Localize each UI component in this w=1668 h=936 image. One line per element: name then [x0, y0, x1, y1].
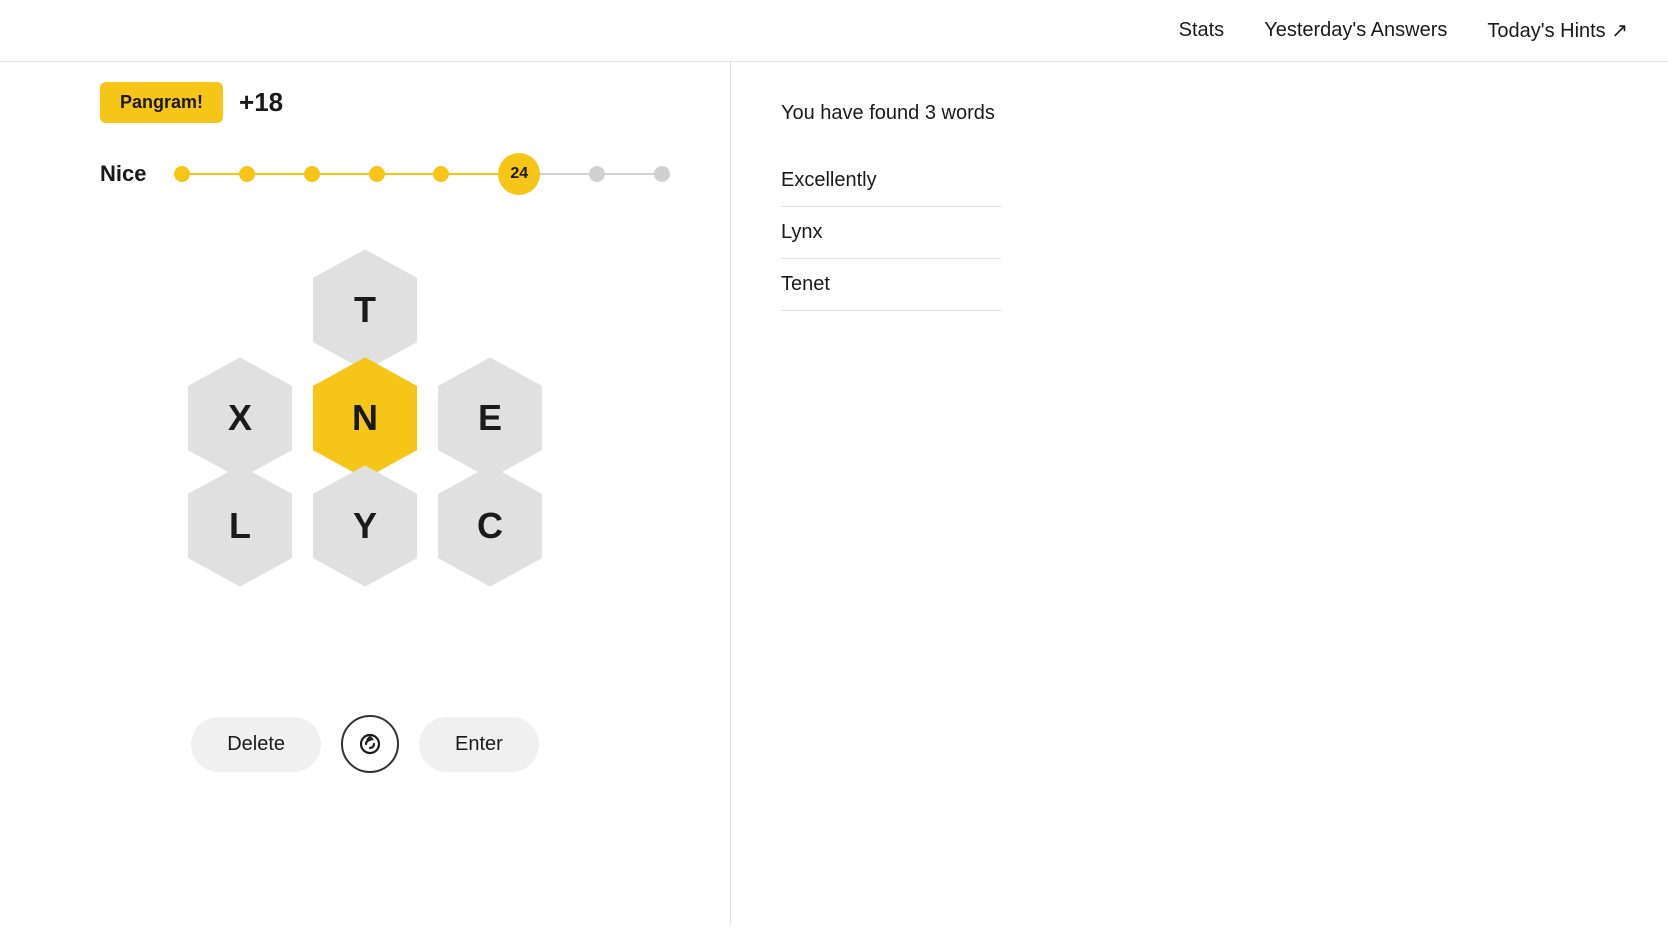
progress-dots: 24 — [174, 153, 670, 195]
stats-link[interactable]: Stats — [1179, 19, 1225, 42]
progress-line-6 — [540, 173, 589, 175]
progress-dot-2 — [239, 166, 255, 182]
todays-hints-link[interactable]: Today's Hints ↗ — [1487, 18, 1628, 43]
progress-dot-4 — [369, 166, 385, 182]
progress-dot-7 — [589, 166, 605, 182]
progress-dot-3 — [304, 166, 320, 182]
word-item-0: Excellently — [781, 155, 1001, 207]
progress-line-7 — [605, 173, 654, 175]
pangram-badge: Pangram! — [100, 82, 223, 123]
progress-line-5 — [449, 173, 498, 175]
left-panel: Pangram! +18 Nice — [0, 62, 730, 925]
hex-L[interactable]: L — [175, 461, 305, 591]
hex-Y[interactable]: Y — [300, 461, 430, 591]
shuffle-button[interactable] — [341, 715, 399, 773]
word-item-2: Tenet — [781, 259, 1001, 311]
progress-dot-current: 24 — [498, 153, 540, 195]
enter-button[interactable]: Enter — [419, 717, 539, 772]
word-item-1: Lynx — [781, 207, 1001, 259]
right-panel: You have found 3 words Excellently Lynx … — [730, 62, 1668, 925]
progress-line-3 — [320, 173, 369, 175]
words-found-title: You have found 3 words — [781, 102, 1618, 125]
shuffle-icon — [356, 730, 384, 758]
progress-dot-1 — [174, 166, 190, 182]
progress-dot-5 — [433, 166, 449, 182]
progress-line-4 — [385, 173, 434, 175]
main-content: Pangram! +18 Nice — [0, 62, 1668, 925]
progress-line-2 — [255, 173, 304, 175]
bottom-buttons: Delete Enter — [191, 715, 539, 773]
hex-C[interactable]: C — [425, 461, 555, 591]
progress-label: Nice — [100, 161, 160, 187]
delete-button[interactable]: Delete — [191, 717, 321, 772]
score-points: +18 — [239, 87, 283, 118]
score-bar: Pangram! +18 — [0, 82, 283, 123]
yesterdays-answers-link[interactable]: Yesterday's Answers — [1264, 19, 1447, 42]
progress-line-1 — [190, 173, 239, 175]
header: Stats Yesterday's Answers Today's Hints … — [0, 0, 1668, 62]
hex-grid: T X N E — [165, 245, 565, 675]
progress-dot-8 — [654, 166, 670, 182]
progress-section: Nice 24 — [0, 153, 730, 195]
